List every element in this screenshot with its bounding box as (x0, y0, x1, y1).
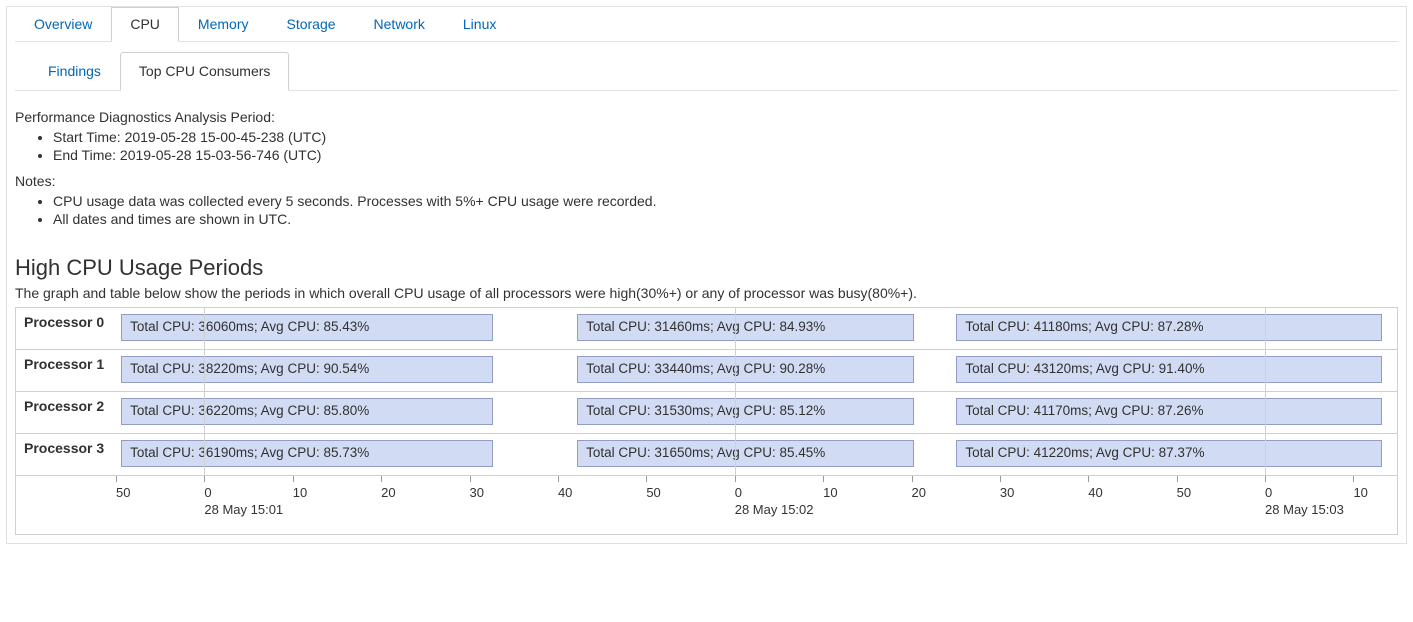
cpu-usage-bar[interactable]: Total CPU: 41170ms; Avg CPU: 87.26% (956, 398, 1381, 425)
content-area: Performance Diagnostics Analysis Period:… (15, 109, 1398, 535)
axis-tick: 50 (116, 476, 130, 500)
cpu-usage-bar[interactable]: Total CPU: 31650ms; Avg CPU: 85.45% (577, 440, 914, 467)
cpu-usage-bar[interactable]: Total CPU: 41220ms; Avg CPU: 87.37% (956, 440, 1381, 467)
tick-major-label: 28 May 15:03 (1265, 502, 1344, 517)
tab-storage[interactable]: Storage (267, 7, 354, 41)
cpu-usage-bar[interactable]: Total CPU: 36190ms; Avg CPU: 85.73% (121, 440, 492, 467)
subtab-top-cpu-consumers[interactable]: Top CPU Consumers (120, 52, 290, 91)
tick-minor-label: 50 (646, 485, 660, 500)
axis-tick: 20 (912, 476, 926, 500)
axis-tick: 30 (1000, 476, 1014, 500)
tick-minor-label: 50 (1177, 485, 1191, 500)
note-item: CPU usage data was collected every 5 sec… (53, 193, 1398, 209)
tick-minor-label: 20 (912, 485, 926, 500)
tick-major-label: 28 May 15:02 (735, 502, 814, 517)
processor-row: Processor 3Total CPU: 36190ms; Avg CPU: … (16, 434, 1397, 476)
tick-minor-label: 50 (116, 485, 130, 500)
tick-minor-label: 30 (470, 485, 484, 500)
time-axis: 50 0 28 May 15:01 10 20 30 40 50 0 28 May 15:02 10… (16, 476, 1397, 534)
tick-minor-label: 40 (558, 485, 572, 500)
section-title: High CPU Usage Periods (15, 255, 1398, 281)
tick-minor-label: 0 (735, 485, 814, 500)
axis-tick: 40 (558, 476, 572, 500)
processor-lane: Total CPU: 38220ms; Avg CPU: 90.54% Total… (116, 350, 1397, 391)
note-item: All dates and times are shown in UTC. (53, 211, 1398, 227)
gridline (735, 308, 736, 476)
processor-row: Processor 0Total CPU: 36060ms; Avg CPU: … (16, 308, 1397, 350)
cpu-usage-bar[interactable]: Total CPU: 31460ms; Avg CPU: 84.93% (577, 314, 914, 341)
axis-tick: 0 28 May 15:01 (204, 476, 283, 517)
cpu-usage-bar[interactable]: Total CPU: 36060ms; Avg CPU: 85.43% (121, 314, 492, 341)
subtab-findings[interactable]: Findings (29, 52, 120, 90)
axis-tick: 10 (823, 476, 837, 500)
cpu-usage-bar[interactable]: Total CPU: 33440ms; Avg CPU: 90.28% (577, 356, 914, 383)
tick-minor-label: 10 (823, 485, 837, 500)
cpu-usage-bar[interactable]: Total CPU: 43120ms; Avg CPU: 91.40% (956, 356, 1381, 383)
analysis-period-label: Performance Diagnostics Analysis Period: (15, 109, 1398, 125)
notes-list: CPU usage data was collected every 5 sec… (15, 193, 1398, 227)
tick-minor-label: 30 (1000, 485, 1014, 500)
tab-network[interactable]: Network (355, 7, 444, 41)
axis-tick: 30 (470, 476, 484, 500)
tick-minor-label: 0 (204, 485, 283, 500)
cpu-usage-gantt-chart: Processor 0Total CPU: 36060ms; Avg CPU: … (15, 307, 1398, 535)
end-time: End Time: 2019-05-28 15-03-56-746 (UTC) (53, 147, 1398, 163)
tab-linux[interactable]: Linux (444, 7, 515, 41)
tab-memory[interactable]: Memory (179, 7, 268, 41)
cpu-usage-bar[interactable]: Total CPU: 31530ms; Avg CPU: 85.12% (577, 398, 914, 425)
page: OverviewCPUMemoryStorageNetworkLinux Fin… (6, 6, 1407, 544)
notes-label: Notes: (15, 173, 1398, 189)
axis-tick: 20 (381, 476, 395, 500)
tab-cpu[interactable]: CPU (111, 7, 179, 42)
tick-minor-label: 0 (1265, 485, 1344, 500)
tick-major-label: 28 May 15:01 (204, 502, 283, 517)
cpu-usage-bar[interactable]: Total CPU: 36220ms; Avg CPU: 85.80% (121, 398, 492, 425)
tick-minor-label: 20 (381, 485, 395, 500)
start-time: Start Time: 2019-05-28 15-00-45-238 (UTC… (53, 129, 1398, 145)
axis-ticks: 50 0 28 May 15:01 10 20 30 40 50 0 28 May 15:02 10… (116, 476, 1397, 534)
tab-overview[interactable]: Overview (15, 7, 111, 41)
analysis-period-list: Start Time: 2019-05-28 15-00-45-238 (UTC… (15, 129, 1398, 163)
tick-minor-label: 10 (1353, 485, 1367, 500)
processor-lane: Total CPU: 36220ms; Avg CPU: 85.80% Total… (116, 392, 1397, 433)
section-description: The graph and table below show the perio… (15, 285, 1398, 301)
axis-tick: 50 (646, 476, 660, 500)
processor-row: Processor 2Total CPU: 36220ms; Avg CPU: … (16, 392, 1397, 434)
tick-minor-label: 40 (1088, 485, 1102, 500)
axis-tick: 40 (1088, 476, 1102, 500)
axis-tick: 10 (1353, 476, 1367, 500)
axis-tick: 0 28 May 15:02 (735, 476, 814, 517)
gridline (204, 308, 205, 476)
processor-label: Processor 2 (16, 392, 116, 433)
processor-label: Processor 0 (16, 308, 116, 349)
axis-spacer (16, 476, 116, 534)
axis-tick: 50 (1177, 476, 1191, 500)
cpu-usage-bar[interactable]: Total CPU: 38220ms; Avg CPU: 90.54% (121, 356, 492, 383)
processor-lane: Total CPU: 36190ms; Avg CPU: 85.73% Total… (116, 434, 1397, 475)
axis-tick: 10 (293, 476, 307, 500)
axis-tick: 0 28 May 15:03 (1265, 476, 1344, 517)
processor-row: Processor 1Total CPU: 38220ms; Avg CPU: … (16, 350, 1397, 392)
sub-tabbar: FindingsTop CPU Consumers (15, 52, 1398, 91)
main-tabbar: OverviewCPUMemoryStorageNetworkLinux (15, 7, 1398, 42)
cpu-usage-bar[interactable]: Total CPU: 41180ms; Avg CPU: 87.28% (956, 314, 1381, 341)
processor-label: Processor 1 (16, 350, 116, 391)
tick-minor-label: 10 (293, 485, 307, 500)
gridline (1265, 308, 1266, 476)
processor-label: Processor 3 (16, 434, 116, 475)
processor-lane: Total CPU: 36060ms; Avg CPU: 85.43% Total… (116, 308, 1397, 349)
